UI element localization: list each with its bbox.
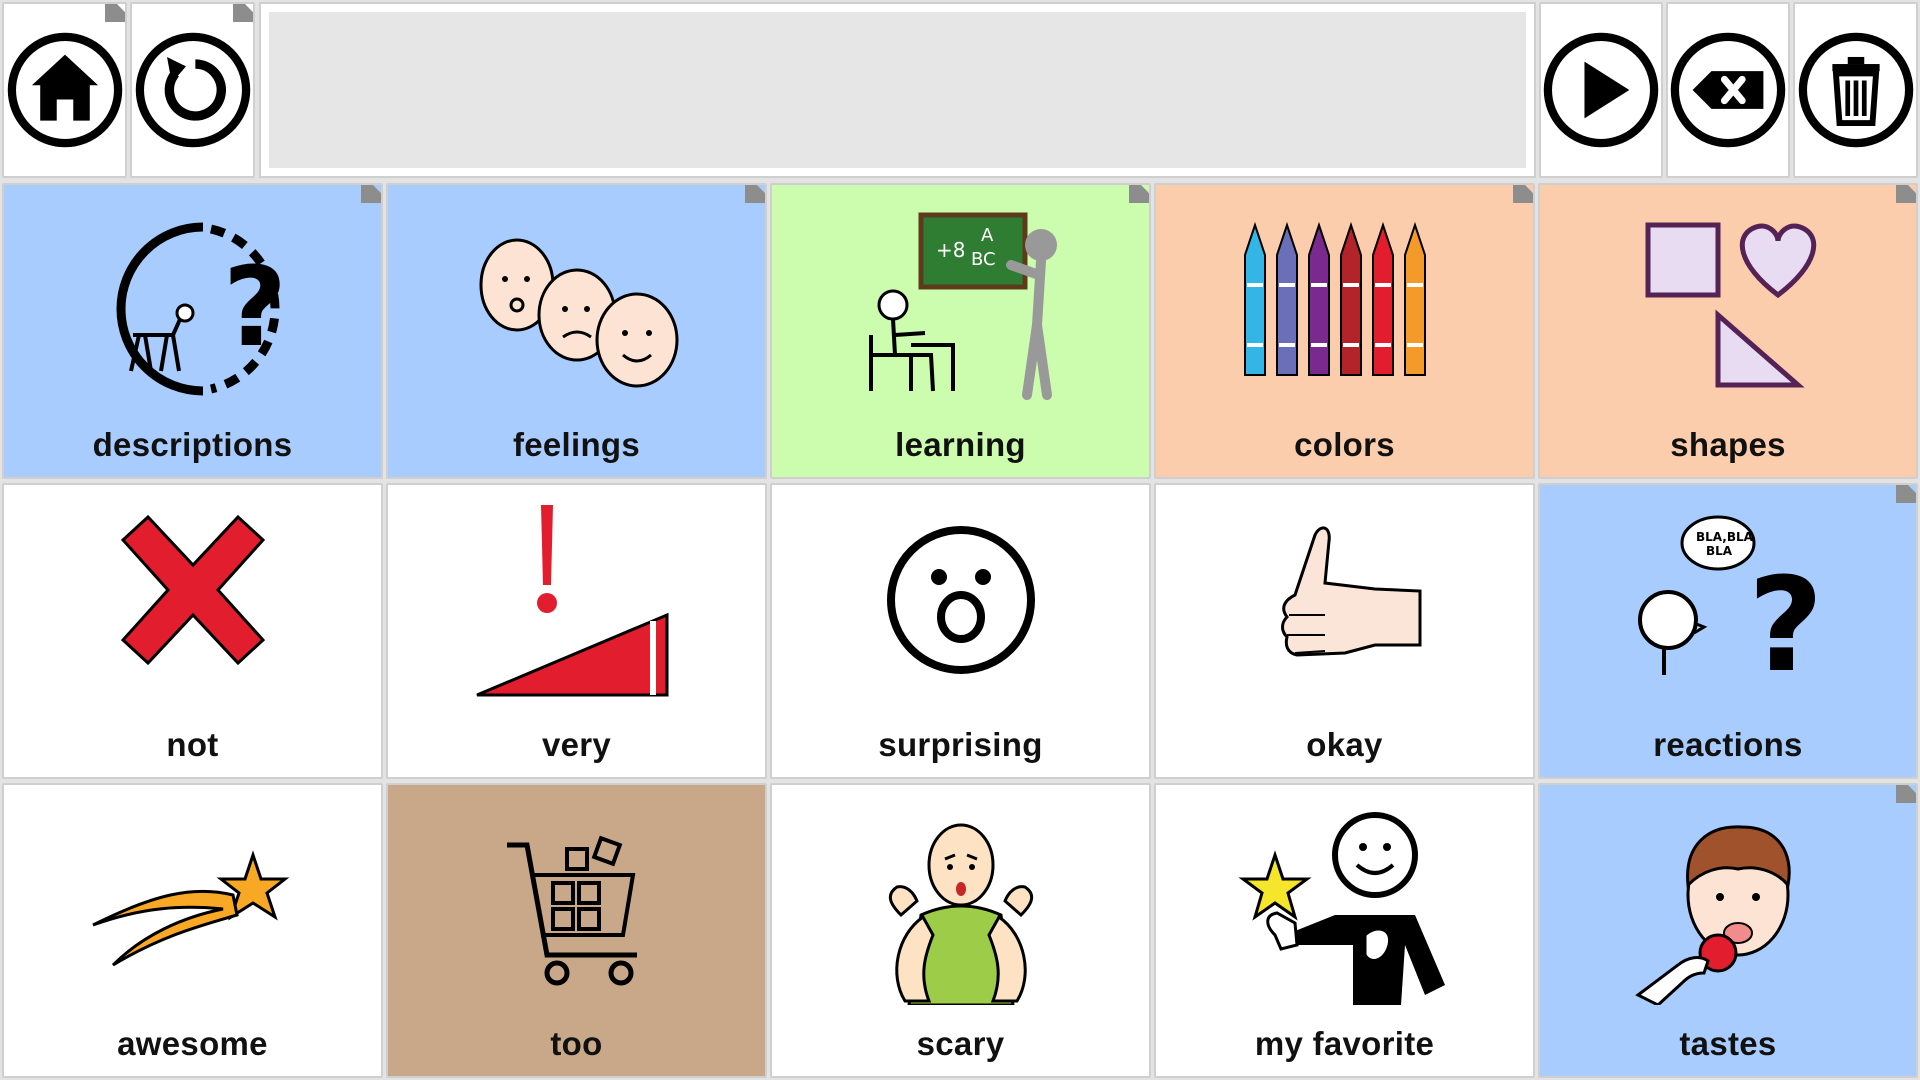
trash-icon [1798, 32, 1913, 148]
tile-very[interactable]: very [386, 483, 767, 779]
svg-text:?: ? [1748, 549, 1823, 701]
tile-tastes[interactable]: tastes [1538, 783, 1918, 1078]
shapes-icon [1645, 222, 1817, 388]
tile-okay[interactable]: okay [1154, 483, 1535, 779]
tile-feelings[interactable]: feelings [386, 183, 767, 479]
tile-label: learning [895, 426, 1026, 463]
tile-descriptions[interactable]: ? descriptions [2, 183, 383, 479]
favorite-person-icon [1237, 811, 1445, 1005]
message-bar[interactable] [259, 2, 1536, 178]
tile-label: reactions [1653, 726, 1803, 763]
home-button[interactable] [2, 2, 127, 178]
folder-corner-icon [233, 4, 253, 22]
tile-label: tastes [1679, 1025, 1777, 1062]
clear-button[interactable] [1793, 2, 1918, 178]
folder-corner-icon [105, 4, 125, 22]
tile-label: too [550, 1025, 603, 1062]
tile-label: my favorite [1254, 1025, 1435, 1062]
shooting-star-icon [91, 849, 289, 966]
tile-my-favorite[interactable]: my favorite [1154, 783, 1535, 1078]
tile-label: shapes [1670, 426, 1786, 463]
tile-awesome[interactable]: awesome [2, 783, 383, 1078]
back-button[interactable] [130, 2, 255, 178]
tile-learning[interactable]: +8 A BC learning [770, 183, 1151, 479]
play-icon [1543, 32, 1659, 148]
backspace-icon [1670, 32, 1786, 148]
back-icon [135, 32, 250, 148]
tile-label: not [166, 726, 219, 763]
svg-text:BLA,BLA: BLA,BLA [1696, 530, 1754, 544]
tile-label: scary [916, 1025, 1005, 1062]
svg-text:+8: +8 [936, 238, 965, 262]
tile-too[interactable]: too [386, 783, 767, 1078]
scared-person-icon [888, 823, 1033, 1005]
message-text [269, 12, 1526, 168]
shopping-cart-icon [506, 835, 637, 985]
svg-text:BC: BC [971, 249, 996, 270]
classroom-icon: +8 A BC [868, 212, 1057, 400]
svg-text:?: ? [223, 243, 287, 371]
tile-scary[interactable]: scary [770, 783, 1151, 1078]
crayons-icon [1243, 221, 1426, 376]
descriptions-icon: ? [116, 222, 287, 396]
tile-label: descriptions [92, 426, 293, 463]
tile-label: surprising [878, 726, 1043, 763]
tile-label: feelings [512, 426, 641, 463]
thumbs-up-icon [1280, 526, 1421, 657]
tile-shapes[interactable]: shapes [1538, 183, 1918, 479]
surprised-face-icon [886, 526, 1035, 674]
ramp-exclamation-icon [475, 505, 668, 697]
tasting-child-icon [1635, 824, 1791, 1005]
tile-colors[interactable]: colors [1154, 183, 1535, 479]
tile-reactions[interactable]: BLA,BLA BLA ? reactions [1538, 483, 1918, 779]
faces-icon [479, 238, 678, 388]
home-icon [7, 32, 122, 148]
speak-button[interactable] [1539, 2, 1663, 178]
svg-text:A: A [981, 225, 994, 246]
tile-label: colors [1294, 426, 1395, 463]
tile-label: awesome [117, 1025, 268, 1062]
backspace-button[interactable] [1666, 2, 1790, 178]
tile-label: very [541, 726, 612, 763]
tile-label: okay [1306, 726, 1383, 763]
red-x-icon [120, 514, 265, 666]
svg-text:BLA: BLA [1706, 544, 1733, 558]
tile-surprising[interactable]: surprising [770, 483, 1151, 779]
tile-not[interactable]: not [2, 483, 383, 779]
speaking-question-icon: BLA,BLA BLA ? [1638, 515, 1823, 701]
